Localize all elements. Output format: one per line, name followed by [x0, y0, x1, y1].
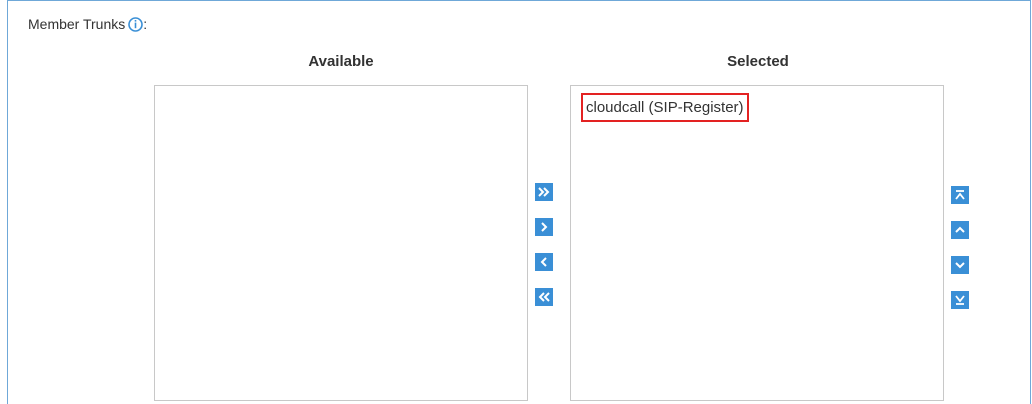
- move-all-left-button[interactable]: [535, 288, 553, 306]
- member-trunks-label-row: Member Trunks :: [28, 16, 147, 32]
- info-circle-icon[interactable]: [128, 16, 144, 32]
- move-left-button[interactable]: [535, 253, 553, 271]
- chevron-left-icon: [540, 257, 547, 267]
- move-right-button[interactable]: [535, 218, 553, 236]
- move-down-button[interactable]: [951, 256, 969, 274]
- available-header: Available: [308, 53, 374, 70]
- move-bottom-icon: [955, 295, 965, 305]
- chevron-right-icon: [541, 222, 548, 232]
- member-trunks-colon: :: [143, 16, 148, 32]
- move-to-bottom-button[interactable]: [951, 291, 969, 309]
- member-trunks-label: Member Trunks: [28, 16, 126, 32]
- double-chevron-right-icon: [538, 187, 550, 197]
- chevron-up-icon: [955, 226, 965, 233]
- list-item[interactable]: cloudcall (SIP-Register): [581, 93, 749, 122]
- move-up-button[interactable]: [951, 221, 969, 239]
- available-list[interactable]: [154, 85, 528, 401]
- selected-header: Selected: [727, 53, 789, 70]
- move-to-top-button[interactable]: [951, 186, 969, 204]
- double-chevron-left-icon: [538, 292, 550, 302]
- move-all-right-button[interactable]: [535, 183, 553, 201]
- move-top-icon: [955, 190, 965, 200]
- selected-list[interactable]: cloudcall (SIP-Register): [570, 85, 944, 401]
- chevron-down-icon: [955, 262, 965, 269]
